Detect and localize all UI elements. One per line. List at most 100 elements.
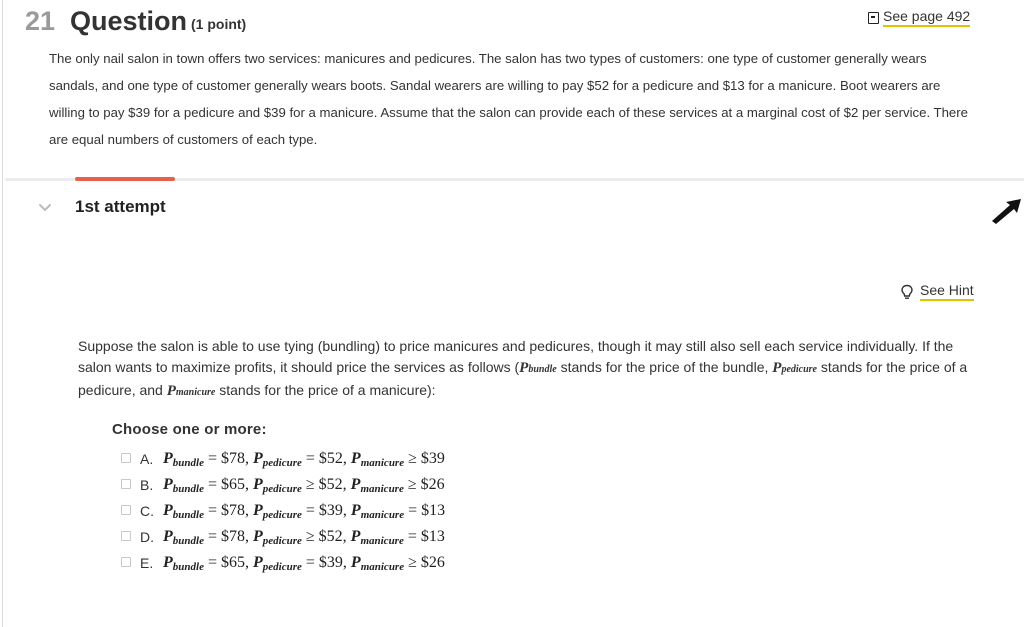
var-sub: manicure: [175, 387, 216, 398]
option-checkbox[interactable]: [121, 556, 131, 567]
option-checkbox[interactable]: [121, 530, 131, 541]
option-formula: Pbundle = $65, Ppedicure ≥ $52, Pmanicur…: [163, 476, 445, 495]
question-text: The only nail salon in town offers two s…: [49, 51, 968, 147]
option-checkbox[interactable]: [121, 452, 131, 463]
pedicure-price: $39: [318, 502, 343, 519]
var-p: P: [253, 450, 263, 467]
var-p: P: [163, 502, 173, 519]
option-letter: D.: [140, 529, 154, 545]
var-p: P: [350, 476, 361, 493]
manicure-price: $13: [420, 528, 445, 545]
option-d[interactable]: D. Pbundle = $78, Ppedicure ≥ $52, Pmani…: [121, 524, 445, 550]
var-p: P: [163, 528, 173, 545]
relation: =: [305, 450, 315, 467]
relation: =: [305, 502, 315, 519]
option-c[interactable]: C. Pbundle = $78, Ppedicure = $39, Pmani…: [121, 498, 445, 524]
answer-options: A. Pbundle = $78, Ppedicure = $52, Pmani…: [121, 446, 445, 576]
attempt-indicator-bar: [75, 177, 175, 181]
var-manicure: Pmanicure: [167, 383, 216, 399]
manicure-price: $26: [420, 476, 445, 493]
option-formula: Pbundle = $65, Ppedicure = $39, Pmanicur…: [163, 554, 445, 573]
option-letter: A.: [140, 451, 154, 467]
question-card: 21 Question (1 point) See page 492 The o…: [2, 0, 1024, 627]
chevron-down-icon[interactable]: [37, 200, 53, 216]
bundle-price: $65: [221, 554, 245, 571]
var-sub: bundle: [172, 535, 204, 547]
pedicure-price: $52: [318, 528, 343, 545]
bundle-price: $78: [221, 502, 245, 519]
var-sub: bundle: [172, 509, 204, 521]
choose-label: Choose one or more:: [112, 421, 267, 438]
var-p: P: [163, 554, 173, 571]
see-hint-link[interactable]: See Hint: [900, 282, 974, 301]
var-sub: manicure: [360, 457, 405, 469]
var-p: P: [253, 502, 263, 519]
var-p: P: [519, 360, 529, 376]
pedicure-price: $52: [318, 450, 343, 467]
lightbulb-icon: [901, 284, 913, 299]
question-points: (1 point): [191, 16, 247, 32]
prompt-text-2: stands for the price of the bundle,: [556, 359, 773, 375]
mouse-pointer-icon: [992, 199, 1021, 224]
relation: =: [305, 554, 315, 571]
var-sub: pedicure: [262, 535, 302, 547]
var-pedicure: Ppedicure: [772, 360, 817, 376]
var-p: P: [350, 554, 361, 571]
var-sub: manicure: [360, 483, 404, 495]
var-sub: pedicure: [262, 483, 302, 495]
bundle-price: $78: [221, 450, 245, 467]
var-p: P: [350, 502, 361, 519]
relation: =: [408, 502, 418, 519]
pedicure-price: $52: [318, 476, 343, 493]
option-formula: Pbundle = $78, Ppedicure ≥ $52, Pmanicur…: [163, 528, 445, 547]
relation: ≥: [408, 554, 417, 571]
option-formula: Pbundle = $78, Ppedicure = $52, Pmanicur…: [163, 450, 445, 469]
option-letter: C.: [140, 503, 154, 519]
var-sub: pedicure: [262, 457, 302, 469]
var-sub: manicure: [360, 561, 405, 573]
var-sub: pedicure: [781, 364, 817, 375]
relation: ≥: [408, 450, 417, 467]
question-number: 21: [25, 6, 56, 36]
bundle-price: $78: [221, 528, 245, 545]
var-p: P: [163, 476, 173, 493]
see-hint-label: See Hint: [920, 282, 974, 301]
option-e[interactable]: E. Pbundle = $65, Ppedicure = $39, Pmani…: [121, 550, 445, 576]
var-sub: manicure: [360, 535, 404, 547]
var-p: P: [253, 554, 263, 571]
prompt-text-4: stands for the price of a manicure):: [215, 382, 436, 398]
option-a[interactable]: A. Pbundle = $78, Ppedicure = $52, Pmani…: [121, 446, 445, 472]
var-p: P: [253, 476, 263, 493]
var-p: P: [163, 450, 173, 467]
relation: ≥: [305, 528, 315, 545]
question-title: Question: [70, 6, 188, 36]
option-formula: Pbundle = $78, Ppedicure = $39, Pmanicur…: [163, 502, 446, 521]
see-page-link[interactable]: See page 492: [868, 8, 971, 27]
attempt-title[interactable]: 1st attempt: [75, 197, 166, 217]
var-p: P: [350, 528, 361, 545]
var-sub: bundle: [172, 457, 204, 469]
var-p: P: [350, 450, 361, 467]
var-sub: manicure: [360, 509, 405, 521]
option-letter: E.: [140, 555, 154, 571]
option-b[interactable]: B. Pbundle = $65, Ppedicure ≥ $52, Pmani…: [121, 472, 445, 498]
var-sub: bundle: [528, 364, 557, 375]
option-checkbox[interactable]: [121, 478, 131, 489]
var-sub: pedicure: [262, 509, 302, 521]
manicure-price: $13: [421, 502, 446, 519]
option-letter: B.: [140, 477, 154, 493]
var-p: P: [253, 528, 263, 545]
problem-prompt: Suppose the salon is able to use tying (…: [78, 336, 978, 403]
var-bundle: Pbundle: [519, 360, 557, 376]
var-sub: bundle: [172, 561, 204, 573]
option-checkbox[interactable]: [121, 504, 131, 515]
var-p: P: [166, 383, 176, 399]
pedicure-price: $39: [318, 554, 343, 571]
see-page-label: See page 492: [883, 8, 971, 27]
var-sub: bundle: [172, 483, 204, 495]
relation: =: [407, 528, 417, 545]
var-sub: pedicure: [262, 561, 302, 573]
relation: ≥: [305, 476, 315, 493]
manicure-price: $26: [420, 554, 445, 571]
book-icon: [868, 11, 879, 24]
